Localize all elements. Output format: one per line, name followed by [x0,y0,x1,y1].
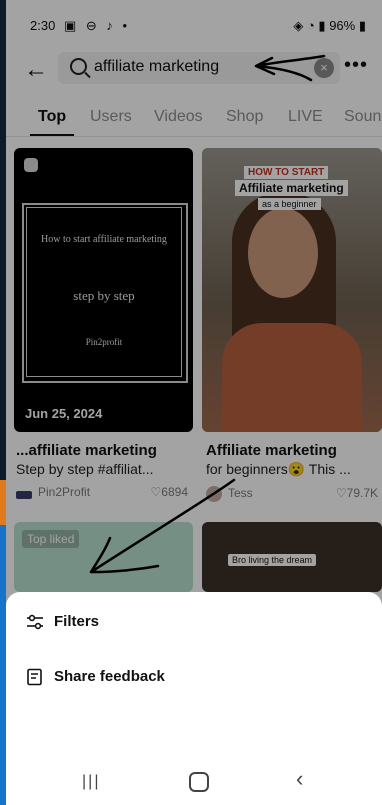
feedback-icon [27,668,42,686]
bottom-sheet: Filters Share feedback ||| ‹ [6,592,382,805]
recents-icon[interactable]: ||| [82,773,100,791]
back-icon[interactable]: ‹ [296,766,303,792]
home-icon[interactable] [189,772,209,792]
filters-label: Filters [54,613,100,630]
filters-icon [27,614,43,630]
system-nav-bar: ||| ‹ [6,757,382,805]
share-feedback-label: Share feedback [54,668,165,685]
phone-screen: 2:30 ▣ ⊖ ♪ • ◈ ◔ ▮ 96% ▮ ← affiliate mar… [6,0,382,805]
